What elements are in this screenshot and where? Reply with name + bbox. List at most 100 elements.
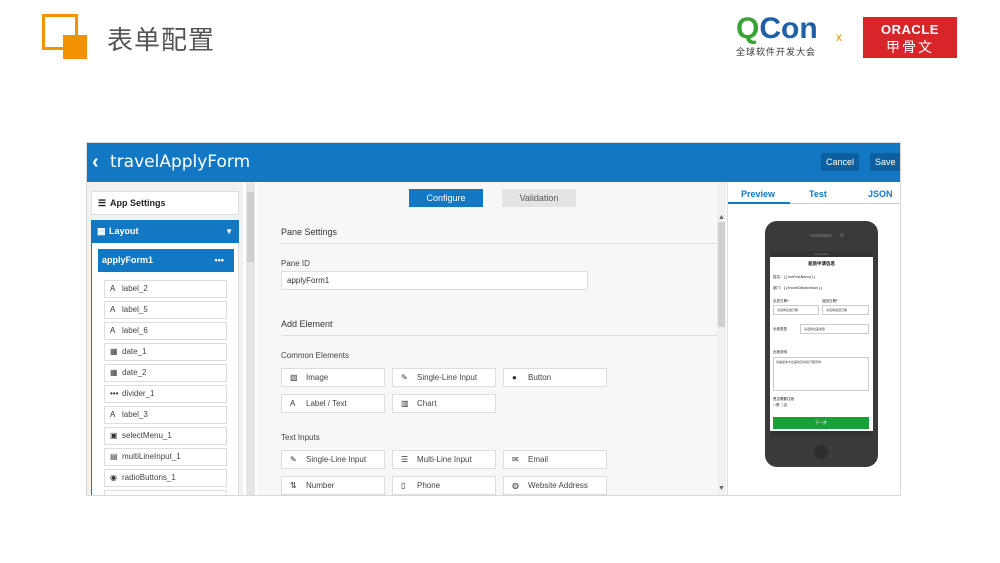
element-icon: ▨ (290, 373, 298, 382)
element-icon: ✎ (401, 373, 408, 382)
add-element-button[interactable]: ✎ Single-Line Input (392, 368, 496, 387)
element-label: Phone (417, 481, 441, 490)
more-options-icon[interactable]: ••• (215, 249, 224, 272)
preview-label: 出差说明 (773, 350, 787, 354)
layout-item-label: label_5 (122, 305, 148, 314)
tab-test[interactable]: Test (809, 189, 827, 199)
add-element-button[interactable]: ◍ Website Address (503, 476, 607, 495)
chevron-down-icon: ▼ (225, 227, 233, 236)
add-element-button[interactable]: A Label / Text (281, 394, 385, 413)
preview-radio[interactable]: ○是 ○否 (773, 403, 787, 408)
preview-select[interactable]: 请选择出差类型 (800, 324, 869, 334)
preview-textarea[interactable]: 请描述本次出差的目的和行程安排 (773, 357, 869, 391)
element-icon: ✎ (290, 455, 297, 464)
layout-item[interactable]: Alabel_6 (104, 322, 227, 340)
layout-item-label: date_1 (122, 347, 147, 356)
layout-item-label: radioButtons_1 (122, 473, 176, 482)
layout-item[interactable]: Alabel_2 (104, 280, 227, 298)
app-settings-item[interactable]: ☰ App Settings (91, 191, 239, 215)
oracle-logo: ORACLE 甲骨文 (863, 17, 957, 58)
layout-item-label: ButtonNext (122, 494, 162, 495)
element-icon: ▤ (110, 452, 118, 461)
element-icon: A (290, 399, 296, 408)
element-icon: ▯ (401, 481, 406, 490)
add-element-button[interactable]: ✉ Email (503, 450, 607, 469)
layout-item-label: date_2 (122, 368, 147, 377)
element-icon: ▦ (110, 368, 118, 377)
pane-id-input[interactable]: applyForm1 (281, 271, 588, 290)
layout-item-label: label_2 (122, 284, 148, 293)
add-element-button[interactable]: ● Button (503, 368, 607, 387)
tab-preview[interactable]: Preview (741, 189, 775, 199)
layout-item[interactable]: Alabel_5 (104, 301, 227, 319)
preview-form-title: 差旅申请信息 (808, 262, 835, 267)
add-element-button[interactable]: ▨ Image (281, 368, 385, 387)
layout-item-label: divider_1 (122, 389, 155, 398)
layout-item[interactable]: ◉ radioButtons_1 (104, 469, 227, 487)
structure-panel: ☰ App Settings ▦ Layout ▼ applyForm1 ••• A… (87, 182, 243, 495)
center-scrollbar[interactable]: ▲ ▼ (717, 182, 726, 495)
configure-panel: Configure Validation Pane Settings Pane … (257, 182, 726, 495)
layout-item[interactable]: ▣ selectMenu_1 (104, 427, 227, 445)
preview-next-button[interactable]: 下一步 (773, 417, 869, 429)
layout-item[interactable]: ▦ date_2 (104, 364, 227, 382)
add-element-button[interactable]: ▥ Chart (392, 394, 496, 413)
preview-label: 返回日期* (822, 299, 838, 303)
element-icon: ⇅ (290, 481, 297, 490)
layout-item[interactable]: ◉ButtonNext (104, 490, 227, 495)
slide-title: 表单配置 (107, 26, 216, 56)
layout-item-label: selectMenu_1 (122, 431, 172, 440)
sliders-icon: ☰ (98, 198, 107, 208)
preview-date-field[interactable]: 请选择出发日期 (773, 305, 819, 315)
element-label: Multi-Line Input (417, 455, 472, 464)
brand-squares-logo (42, 14, 88, 60)
layout-item[interactable]: ••• divider_1 (104, 385, 227, 403)
element-icon: ••• (110, 389, 119, 398)
form-builder-window: ‹ travelApplyForm Cancel Save ☰ App Setti… (86, 142, 901, 496)
tab-configure[interactable]: Configure (409, 189, 483, 207)
layout-item-label: multiLineInput_1 (122, 452, 181, 461)
element-icon: ▦ (110, 347, 118, 356)
phone-preview: •••••••• 差旅申请信息 姓名：{{ineFirstName}} 部门：{… (765, 221, 878, 467)
layout-icon: ▦ (97, 226, 106, 236)
layout-section-header[interactable]: ▦ Layout ▼ (91, 220, 239, 243)
layout-item-label: label_3 (122, 410, 148, 419)
element-icon: A (110, 326, 116, 335)
tab-validation[interactable]: Validation (502, 189, 576, 207)
element-icon: ☰ (401, 455, 409, 464)
element-label: Single-Line Input (306, 455, 367, 464)
add-element-button[interactable]: ☰ Multi-Line Input (392, 450, 496, 469)
layout-item-label: label_6 (122, 326, 148, 335)
form-title: travelApplyForm (110, 152, 251, 172)
add-element-button[interactable]: ▯ Phone (392, 476, 496, 495)
phone-screen: •••••••• 差旅申请信息 姓名：{{ineFirstName}} 部门：{… (770, 251, 873, 437)
form-node[interactable]: applyForm1 ••• (98, 249, 234, 272)
cancel-button[interactable]: Cancel (821, 153, 860, 171)
tab-json[interactable]: JSON (868, 189, 893, 199)
preview-label: 出差类型 (773, 327, 787, 331)
element-icon: ✉ (512, 455, 519, 464)
left-scrollbar[interactable] (246, 182, 255, 495)
phone-home-button (814, 445, 828, 459)
add-element-button[interactable]: ⇅ Number (281, 476, 385, 495)
preview-date-field[interactable]: 请选择返回日期 (822, 305, 869, 315)
add-element-heading: Add Element (281, 319, 333, 329)
element-label: Number (306, 481, 335, 490)
element-icon: A (110, 305, 116, 314)
layout-item[interactable]: ▤ multiLineInput_1 (104, 448, 227, 466)
add-element-button[interactable]: ✎ Single-Line Input (281, 450, 385, 469)
pane-settings-heading: Pane Settings (281, 227, 338, 237)
element-label: Label / Text (306, 399, 347, 408)
element-label: Single-Line Input (417, 373, 478, 382)
element-label: Image (306, 373, 329, 382)
layout-item[interactable]: ▦ date_1 (104, 343, 227, 361)
app-header: ‹ travelApplyForm Cancel Save (87, 143, 900, 182)
preview-label: 出发日期* (773, 299, 789, 303)
element-icon: ▥ (401, 399, 409, 408)
preview-text: 部门：{{travelDestination}} (773, 286, 823, 290)
element-label: Website Address (528, 481, 588, 490)
save-button[interactable]: Save (870, 153, 900, 171)
chevron-left-icon[interactable]: ‹ (92, 151, 99, 174)
layout-item[interactable]: Alabel_3 (104, 406, 227, 424)
preview-text: 姓名：{{ineFirstName}} (773, 275, 816, 279)
